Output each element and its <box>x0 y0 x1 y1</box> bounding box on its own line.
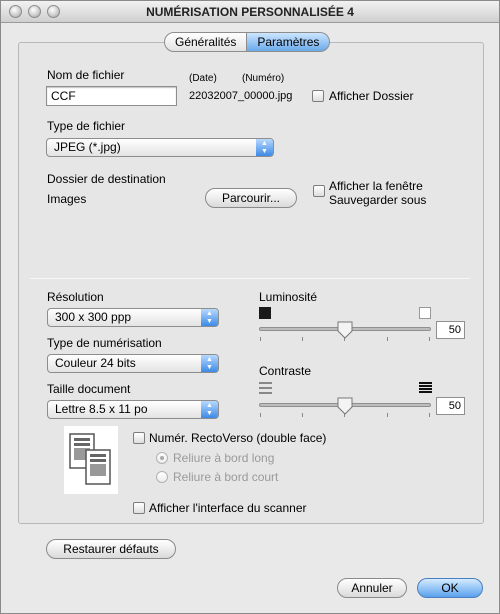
short-edge-radio[interactable] <box>156 471 168 483</box>
file-type-value: JPEG (*.jpg) <box>54 140 121 154</box>
scan-type-label: Type de numérisation <box>47 336 162 350</box>
slider-tick <box>387 337 388 341</box>
popup-arrows-icon: ▲ ▼ <box>201 401 218 418</box>
file-name-label: Nom de fichier <box>47 68 125 82</box>
light-swatch-icon <box>419 307 431 319</box>
slider-tick <box>429 413 430 417</box>
slider-tick <box>302 337 303 341</box>
popup-arrows-icon: ▲ ▼ <box>256 139 273 156</box>
cancel-button[interactable]: Annuler <box>337 578 407 598</box>
title-bar: NUMÉRISATION PERSONNALISÉE 4 <box>1 1 499 23</box>
slider-tick <box>260 337 261 341</box>
long-edge-radio[interactable] <box>156 452 168 464</box>
file-type-select[interactable]: JPEG (*.jpg) ▲ ▼ <box>46 138 274 157</box>
slider-tick <box>387 413 388 417</box>
tab-general[interactable]: Généralités <box>164 32 248 52</box>
resolution-value: 300 x 300 ppp <box>55 310 132 324</box>
short-edge-label: Reliure à bord court <box>173 470 279 484</box>
destination-folder-label: Dossier de destination <box>47 172 166 186</box>
destination-folder-value: Images <box>47 192 87 206</box>
browse-button[interactable]: Parcourir... <box>205 188 297 208</box>
restore-defaults-button[interactable]: Restaurer défauts <box>46 539 176 559</box>
duplex-checkbox[interactable] <box>133 432 145 444</box>
popup-arrows-icon: ▲ ▼ <box>201 309 218 326</box>
dark-swatch-icon <box>259 307 271 319</box>
tab-parameters[interactable]: Paramètres <box>247 32 331 52</box>
show-save-as-label-line1: Afficher la fenêtre <box>329 179 423 193</box>
scanner-interface-checkbox[interactable] <box>133 502 145 514</box>
show-save-as-label-line2: Sauvegarder sous <box>329 193 427 207</box>
show-folder-checkbox[interactable] <box>312 90 324 102</box>
resolution-label: Résolution <box>47 290 104 304</box>
document-size-label: Taille document <box>47 382 131 396</box>
section-divider <box>30 278 470 279</box>
scan-type-select[interactable]: Couleur 24 bits ▲ ▼ <box>47 354 219 373</box>
document-size-select[interactable]: Lettre 8.5 x 11 po ▲ ▼ <box>47 400 219 419</box>
slider-tick <box>260 413 261 417</box>
generated-file-name: 22032007_00000.jpg <box>189 90 293 102</box>
scan-type-value: Couleur 24 bits <box>55 356 136 370</box>
file-type-label: Type de fichier <box>47 119 126 133</box>
popup-arrows-icon: ▲ ▼ <box>201 355 218 372</box>
slider-tick <box>429 337 430 341</box>
scanner-interface-label: Afficher l'interface du scanner <box>149 501 307 515</box>
low-contrast-icon <box>259 382 272 394</box>
show-save-as-checkbox[interactable] <box>313 185 325 197</box>
contrast-label: Contraste <box>259 364 312 378</box>
duplex-preview-image <box>64 426 118 494</box>
window-title: NUMÉRISATION PERSONNALISÉE 4 <box>146 5 354 19</box>
show-folder-label: Afficher Dossier <box>329 89 414 103</box>
brightness-value-field[interactable]: 50 <box>436 321 465 339</box>
duplex-label: Numér. RectoVerso (double face) <box>149 431 327 445</box>
tab-bar: Généralités Paramètres <box>164 32 331 52</box>
brightness-label: Luminosité <box>259 290 318 304</box>
file-name-input[interactable]: CCF <box>46 86 177 106</box>
contrast-value-field[interactable]: 50 <box>436 397 465 415</box>
long-edge-label: Reliure à bord long <box>173 451 275 465</box>
slider-tick <box>302 413 303 417</box>
high-contrast-icon <box>419 382 432 394</box>
date-label: (Date) <box>189 73 217 84</box>
document-size-value: Lettre 8.5 x 11 po <box>55 402 148 416</box>
scan-settings-window: NUMÉRISATION PERSONNALISÉE 4 Généralités… <box>0 0 500 614</box>
ok-button[interactable]: OK <box>417 578 483 598</box>
resolution-select[interactable]: 300 x 300 ppp ▲ ▼ <box>47 308 219 327</box>
number-label: (Numéro) <box>242 73 285 84</box>
